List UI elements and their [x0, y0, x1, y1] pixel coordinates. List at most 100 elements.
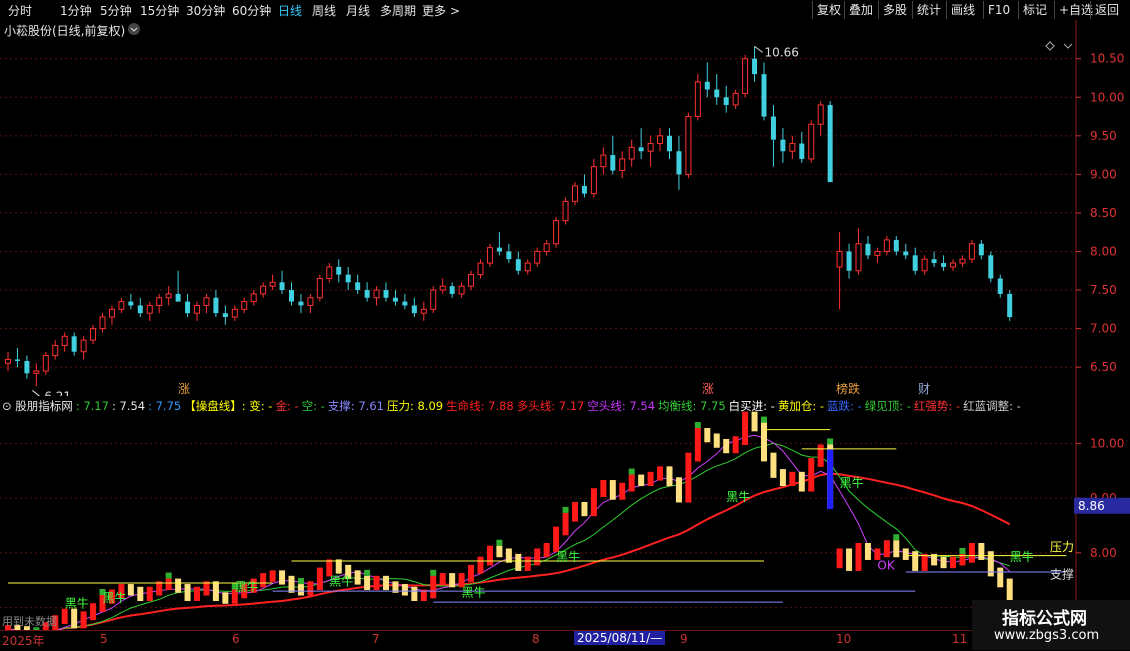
- event-tag[interactable]: 涨: [178, 381, 190, 396]
- indicator-bar: [288, 575, 295, 593]
- bull-signal-label: 黑牛: [103, 590, 127, 605]
- indicator-tick-label: 8.00: [1090, 546, 1117, 560]
- candle-body: [742, 58, 749, 94]
- timeframe-tab[interactable]: 月线: [346, 2, 370, 19]
- candle-body: [874, 250, 881, 256]
- candle-body: [364, 290, 370, 298]
- candle-body: [90, 328, 97, 341]
- signal-block: [430, 569, 437, 576]
- candle-body: [345, 274, 351, 283]
- timeframe-tab[interactable]: 更多 >: [422, 2, 460, 19]
- indicator-bar: [165, 578, 172, 591]
- toolbar-button[interactable]: 叠加: [844, 1, 877, 19]
- candle-body: [137, 305, 143, 314]
- candle-body: [80, 339, 87, 353]
- candle-body: [222, 313, 228, 318]
- candle-body: [732, 92, 739, 106]
- candle-body: [893, 239, 899, 252]
- price-tick-label: 7.00: [1090, 322, 1117, 336]
- candle-body: [14, 359, 20, 361]
- candle-body: [534, 250, 541, 264]
- signal-block: [297, 578, 304, 585]
- indicator-bar: [80, 611, 87, 629]
- indicator-bar: [968, 542, 975, 563]
- timeframe-tab[interactable]: 分时: [8, 2, 32, 19]
- candle-body: [950, 262, 956, 268]
- timeframe-tab[interactable]: 60分钟: [232, 2, 271, 19]
- event-tag[interactable]: 财: [918, 382, 930, 396]
- indicator-bar: [61, 608, 68, 624]
- indicator-field: : 7.75: [148, 399, 182, 413]
- candle-body: [562, 200, 569, 222]
- candle-body: [694, 81, 701, 118]
- indicator-bar: [893, 540, 900, 558]
- candle-body: [827, 104, 833, 183]
- signal-block: [959, 547, 966, 554]
- event-tag[interactable]: 榜跌: [836, 381, 860, 396]
- candle-body: [799, 143, 805, 159]
- indicator-bar: [883, 540, 890, 558]
- watermark: 指标公式网 www.zbgs3.com: [972, 600, 1130, 650]
- watermark-url: www.zbgs3.com: [994, 628, 1100, 643]
- candle-body: [42, 355, 49, 372]
- timeframe-tab[interactable]: 5分钟: [100, 2, 132, 19]
- title-dropdown-icon[interactable]: [128, 23, 140, 35]
- candle-body: [449, 286, 455, 294]
- indicator-bar: [713, 433, 720, 448]
- candle-body: [165, 293, 172, 299]
- toolbar-button[interactable]: 画线: [946, 1, 979, 19]
- candle-body: [373, 289, 380, 299]
- timeframe-tab[interactable]: 1分钟: [60, 2, 92, 19]
- candle-body: [307, 297, 314, 306]
- candle-body: [250, 293, 257, 303]
- date-label: 9: [680, 632, 688, 646]
- indicator-bar: [439, 573, 446, 585]
- indicator-bar: [383, 575, 389, 591]
- main-price-chart[interactable]: 10.50 10.00 9.50 9.00 8.50 8.00 7.50 7.00 6.50 10…: [0, 20, 1130, 416]
- candle-body: [355, 282, 361, 291]
- bull-signal-label: 黑牛: [556, 549, 580, 564]
- candle-body: [752, 58, 758, 75]
- timeframe-tab[interactable]: 多周期: [380, 2, 416, 19]
- timeframe-tab[interactable]: 日线: [278, 2, 302, 19]
- indicator-bar: [987, 551, 994, 577]
- candle-body: [411, 305, 417, 314]
- timeframe-tab[interactable]: 30分钟: [186, 2, 225, 19]
- toolbar-button[interactable]: 统计: [912, 1, 945, 19]
- toolbar-button[interactable]: F10: [983, 1, 1014, 19]
- current-value-label: 8.86: [1078, 499, 1105, 513]
- candle-body: [146, 304, 153, 314]
- bull-signal-label: 黑牛: [840, 475, 864, 490]
- indicator-bar: [373, 575, 380, 591]
- indicator-chart[interactable]: 10.009.008.007.008.86压力支撑黑牛黑牛黑牛黑牛黑牛黑牛黑牛黑…: [0, 396, 1130, 630]
- support-label: 支撑: [1050, 567, 1074, 582]
- indicator-field: 空头线: 7.54: [587, 399, 656, 413]
- indicator-bar: [808, 458, 815, 492]
- timeframe-tab[interactable]: 周线: [312, 2, 336, 19]
- candle-body: [383, 290, 389, 298]
- candle-body: [997, 278, 1003, 294]
- indicator-field: 红强势: -: [913, 399, 961, 413]
- indicator-name[interactable]: ⊙ 股朋指标网: [2, 399, 73, 413]
- signal-block: [761, 416, 767, 423]
- signal-block: [496, 539, 503, 546]
- candle-body: [855, 243, 862, 272]
- indicator-field: 压力: 8.09: [386, 399, 444, 413]
- timeframe-tab[interactable]: 15分钟: [140, 2, 179, 19]
- toolbar-button[interactable]: 返回: [1090, 1, 1123, 19]
- event-tag[interactable]: 涨: [702, 381, 714, 396]
- indicator-bar: [364, 575, 371, 591]
- signal-block: [562, 506, 569, 513]
- candle-body: [959, 258, 966, 264]
- bull-signal-label: 黑牛: [1010, 549, 1034, 564]
- candle-body: [619, 158, 626, 172]
- toolbar-button[interactable]: 多股: [878, 1, 911, 19]
- indicator-bar: [194, 586, 200, 602]
- toolbar-button[interactable]: 复权: [812, 1, 845, 19]
- candle-body: [704, 81, 710, 90]
- indicator-bar: [184, 584, 191, 602]
- candle-body: [108, 308, 115, 318]
- toolbar-button[interactable]: 标记: [1018, 1, 1051, 19]
- candle-body: [61, 335, 68, 347]
- candle-body: [883, 239, 890, 252]
